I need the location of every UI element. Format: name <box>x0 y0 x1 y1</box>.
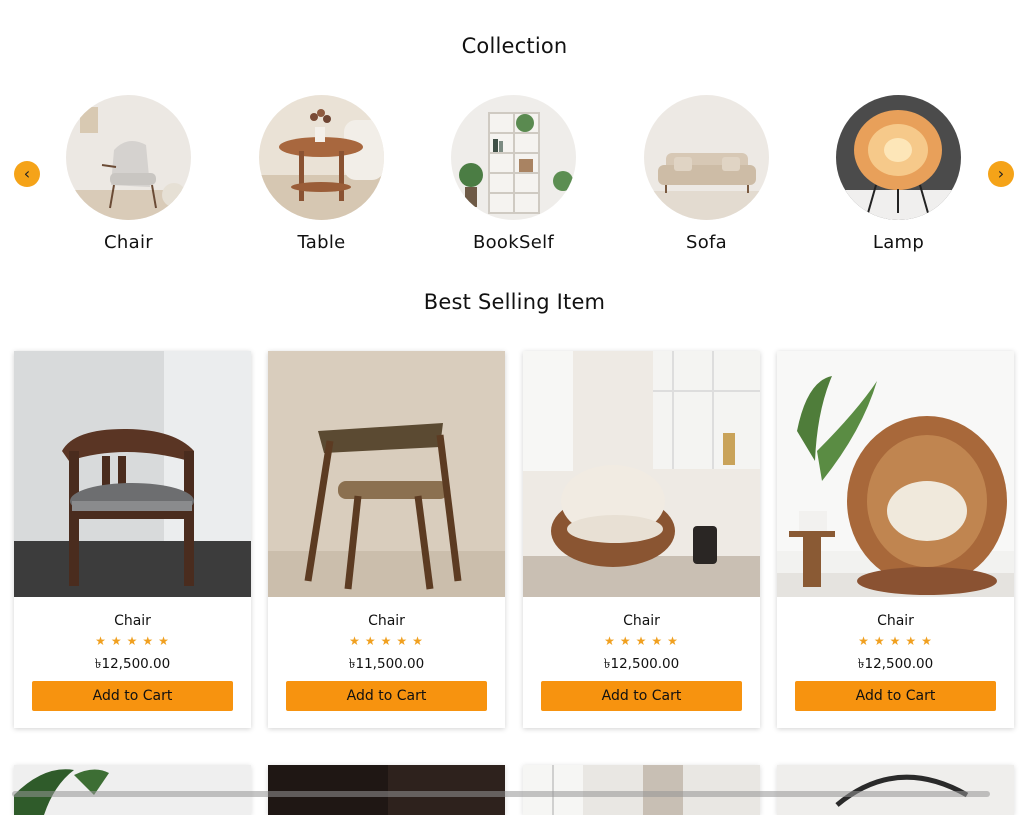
product-card-partial[interactable] <box>777 765 1014 815</box>
product-price: ৳12,500.00 <box>94 656 171 672</box>
product-name: Chair <box>623 613 660 629</box>
category-lamp[interactable]: Lamp <box>836 95 961 253</box>
product-card-partial[interactable] <box>523 765 760 815</box>
product-name: Chair <box>114 613 151 629</box>
category-bookself-image[interactable] <box>451 95 576 220</box>
category-chair[interactable]: Chair <box>66 95 191 253</box>
product-price: ৳11,500.00 <box>348 656 425 672</box>
product-card-partial[interactable] <box>268 765 505 815</box>
collection-title: Collection <box>461 34 568 58</box>
add-to-cart-button[interactable]: Add to Cart <box>795 681 996 711</box>
category-lamp-image[interactable] <box>836 95 961 220</box>
horizontal-scrollbar[interactable] <box>12 791 990 797</box>
product-price: ৳12,500.00 <box>603 656 680 672</box>
carousel-next-button[interactable]: › <box>988 161 1014 187</box>
product-name: Chair <box>368 613 405 629</box>
category-table[interactable]: Table <box>259 95 384 253</box>
product-card-partial[interactable] <box>14 765 251 815</box>
category-chair-image[interactable] <box>66 95 191 220</box>
category-sofa[interactable]: Sofa <box>644 95 769 253</box>
carousel-prev-button[interactable]: ‹ <box>14 161 40 187</box>
category-label: Chair <box>104 232 153 253</box>
product-image[interactable] <box>268 351 505 597</box>
product-price: ৳12,500.00 <box>857 656 934 672</box>
category-label: Table <box>297 232 346 253</box>
product-card: Chair ★★★★★ ৳11,500.00 Add to Cart <box>268 351 505 728</box>
category-label: Lamp <box>872 232 925 253</box>
star-rating: ★★★★★ <box>349 634 428 648</box>
category-label: BookSelf <box>472 232 555 253</box>
product-image[interactable] <box>14 351 251 597</box>
category-bookself[interactable]: BookSelf <box>451 95 576 253</box>
star-rating: ★★★★★ <box>604 634 683 648</box>
product-card: Chair ★★★★★ ৳12,500.00 Add to Cart <box>14 351 251 728</box>
star-rating: ★★★★★ <box>858 634 937 648</box>
product-card: Chair ★★★★★ ৳12,500.00 Add to Cart <box>523 351 760 728</box>
add-to-cart-button[interactable]: Add to Cart <box>541 681 742 711</box>
category-label: Sofa <box>685 232 727 253</box>
product-image[interactable] <box>523 351 760 597</box>
chevron-left-icon: ‹ <box>23 164 31 183</box>
category-table-image[interactable] <box>259 95 384 220</box>
product-image[interactable] <box>777 351 1014 597</box>
category-sofa-image[interactable] <box>644 95 769 220</box>
add-to-cart-button[interactable]: Add to Cart <box>286 681 487 711</box>
add-to-cart-button[interactable]: Add to Cart <box>32 681 233 711</box>
star-rating: ★★★★★ <box>95 634 174 648</box>
product-name: Chair <box>877 613 914 629</box>
product-card: Chair ★★★★★ ৳12,500.00 Add to Cart <box>777 351 1014 728</box>
chevron-right-icon: › <box>997 164 1005 183</box>
best-selling-title: Best Selling Item <box>423 290 606 314</box>
